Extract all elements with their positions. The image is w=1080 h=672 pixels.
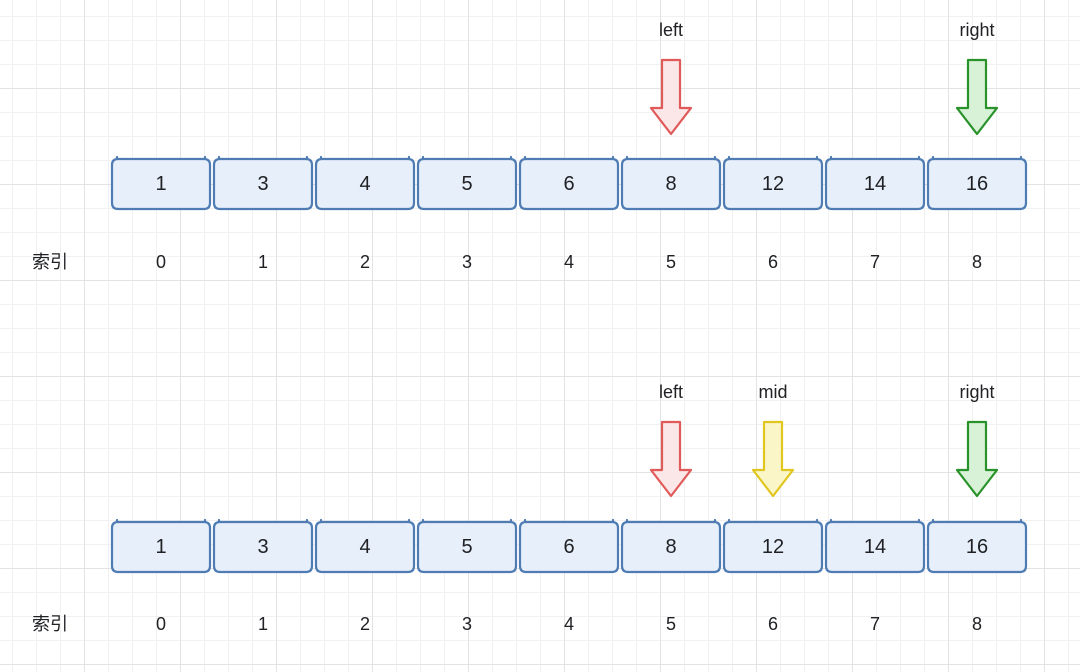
row1-index-7: 7 bbox=[870, 252, 880, 272]
row1-index-4: 4 bbox=[564, 252, 574, 272]
row2-index-3: 3 bbox=[462, 614, 472, 634]
row2-cell-0-value: 1 bbox=[155, 536, 166, 558]
row1-index-5: 5 bbox=[666, 252, 676, 272]
row1-cell-2-value: 4 bbox=[359, 173, 370, 195]
row1-index-label: 索引 bbox=[32, 252, 68, 272]
row2-pointer-right-arrow bbox=[957, 422, 997, 496]
row1-cell-0-value: 1 bbox=[155, 173, 166, 195]
row2-cell-8-value: 16 bbox=[966, 536, 988, 558]
row2-cell-2-value: 4 bbox=[359, 536, 370, 558]
row1-cell-1-value: 3 bbox=[257, 173, 268, 195]
row2-index-7: 7 bbox=[870, 614, 880, 634]
row2-cell-5-value: 8 bbox=[665, 536, 676, 558]
row1-cell-8-value: 16 bbox=[966, 173, 988, 195]
row2-cell-1-value: 3 bbox=[257, 536, 268, 558]
row2-index-1: 1 bbox=[258, 614, 268, 634]
row2-index-2: 2 bbox=[360, 614, 370, 634]
row2-index-5: 5 bbox=[666, 614, 676, 634]
row2-pointer-mid-arrow bbox=[753, 422, 793, 496]
row1-index-8: 8 bbox=[972, 252, 982, 272]
row2-pointer-right-label: right bbox=[959, 382, 994, 402]
row2-cell-7-value: 14 bbox=[864, 536, 886, 558]
row1-cell-3-value: 5 bbox=[461, 173, 472, 195]
row1-pointer-left-arrow bbox=[651, 60, 691, 134]
row1-index-3: 3 bbox=[462, 252, 472, 272]
row2-index-4: 4 bbox=[564, 614, 574, 634]
row1-cell-6-value: 12 bbox=[762, 173, 784, 195]
row1-index-1: 1 bbox=[258, 252, 268, 272]
row2-index-label: 索引 bbox=[32, 614, 68, 634]
row2-cell-4-value: 6 bbox=[563, 536, 574, 558]
row2-cell-3-value: 5 bbox=[461, 536, 472, 558]
row1-index-2: 2 bbox=[360, 252, 370, 272]
row1-pointer-left-label: left bbox=[659, 20, 683, 40]
row2-pointer-left-label: left bbox=[659, 382, 683, 402]
row1-cell-5-value: 8 bbox=[665, 173, 676, 195]
row2-index-6: 6 bbox=[768, 614, 778, 634]
row1-cell-7-value: 14 bbox=[864, 173, 886, 195]
diagram-canvas: 134568121416012345678索引leftright13456812… bbox=[0, 0, 1080, 672]
row1-cell-4-value: 6 bbox=[563, 173, 574, 195]
row1-pointer-right-arrow bbox=[957, 60, 997, 134]
row2-index-0: 0 bbox=[156, 614, 166, 634]
row2-pointer-mid-label: mid bbox=[758, 382, 787, 402]
row1-index-6: 6 bbox=[768, 252, 778, 272]
row2-cell-6-value: 12 bbox=[762, 536, 784, 558]
row2-pointer-left-arrow bbox=[651, 422, 691, 496]
row1-pointer-right-label: right bbox=[959, 20, 994, 40]
row1-index-0: 0 bbox=[156, 252, 166, 272]
row2-index-8: 8 bbox=[972, 614, 982, 634]
